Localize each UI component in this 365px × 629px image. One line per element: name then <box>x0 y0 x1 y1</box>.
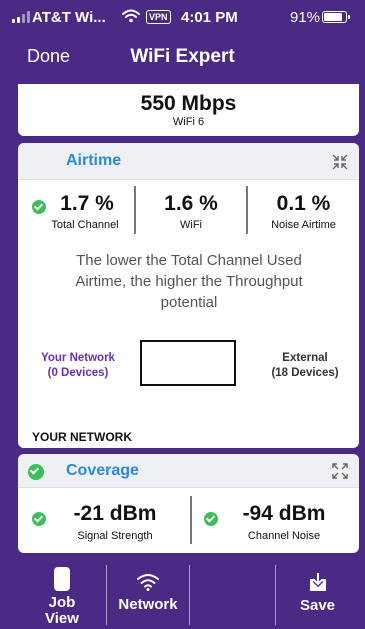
save-label: Save <box>299 597 336 614</box>
stat-total-channel: 1.7 % Total Channel <box>18 180 134 240</box>
bottom-toolbar: Job View Network Save <box>18 563 359 629</box>
network-button[interactable]: Network <box>107 563 189 629</box>
status-bar: AT&T Wi... VPN 4:01 PM 91% <box>0 0 365 34</box>
status-time: 4:01 PM <box>181 9 238 26</box>
stat-wifi: 1.6 % WiFi <box>136 180 246 240</box>
carrier-name: AT&T Wi... <box>32 9 106 26</box>
expand-icon[interactable] <box>331 462 349 480</box>
coverage-title: Coverage <box>66 462 139 479</box>
noise-airtime-label: Noise Airtime <box>271 219 336 231</box>
stat-channel-noise: -94 dBm Channel Noise <box>214 488 354 553</box>
total-channel-value: 1.7 % <box>60 192 114 215</box>
done-button[interactable]: Done <box>27 46 70 67</box>
airtime-explanation: The lower the Total Channel Used Airtime… <box>75 252 303 311</box>
battery-percent: 91% <box>290 9 321 26</box>
airtime-stats: 1.7 % Total Channel 1.6 % WiFi 0.1 % Noi… <box>18 180 359 240</box>
wifi-airtime-value: 1.6 % <box>164 192 218 215</box>
wifi-status-icon <box>122 9 140 27</box>
external-devices: (18 Devices) <box>271 367 339 379</box>
link-speed: 550 Mbps <box>140 92 237 115</box>
your-network-label: Your Network <box>41 352 115 364</box>
coverage-header[interactable]: Coverage <box>18 454 359 488</box>
empty-tab-slot <box>190 563 275 629</box>
stat-divider <box>190 496 192 544</box>
network-label: Network <box>118 596 178 613</box>
collapse-icon[interactable] <box>331 153 349 171</box>
signal-strength-label: Signal Strength <box>77 530 153 542</box>
ok-check-icon <box>28 464 44 480</box>
job-view-label: Job View <box>45 594 79 627</box>
wifi-airtime-label: WiFi <box>180 219 202 231</box>
stat-noise-airtime: 0.1 % Noise Airtime <box>248 180 359 240</box>
wifi-icon <box>137 573 159 591</box>
external-label: External <box>282 352 328 364</box>
cellular-signal-icon <box>12 10 30 23</box>
stat-signal-strength: -21 dBm Signal Strength <box>40 488 190 553</box>
coverage-card: Coverage -21 dBm Signal Strength -94 dBm… <box>18 454 359 553</box>
total-channel-label: Total Channel <box>51 219 119 231</box>
save-download-icon <box>308 573 328 593</box>
phone-icon <box>54 567 70 591</box>
channel-noise-value: -94 dBm <box>242 502 326 525</box>
your-network-devices: (0 Devices) <box>47 367 109 379</box>
airtime-title: Airtime <box>66 152 122 169</box>
speed-card: 550 Mbps WiFi 6 <box>18 84 359 136</box>
channel-noise-label: Channel Noise <box>247 530 321 542</box>
airtime-chart <box>140 340 236 386</box>
battery-icon <box>322 11 350 23</box>
your-network-section-label: YOUR NETWORK <box>32 430 132 444</box>
airtime-card: Airtime 1.7 % Total Channel 1.6 % WiFi 0… <box>18 143 359 448</box>
vpn-badge: VPN <box>146 10 171 24</box>
nav-bar: WiFi Expert Done <box>0 34 365 84</box>
save-button[interactable]: Save <box>276 563 359 629</box>
wifi-standard: WiFi 6 <box>172 116 205 128</box>
job-view-button[interactable]: Job View <box>18 563 106 629</box>
noise-airtime-value: 0.1 % <box>276 192 331 215</box>
your-network-legend[interactable]: Your Network (0 Devices) <box>28 351 128 381</box>
signal-strength-value: -21 dBm <box>73 502 157 525</box>
external-legend[interactable]: External (18 Devices) <box>260 351 350 381</box>
airtime-header[interactable]: Airtime <box>18 143 359 180</box>
